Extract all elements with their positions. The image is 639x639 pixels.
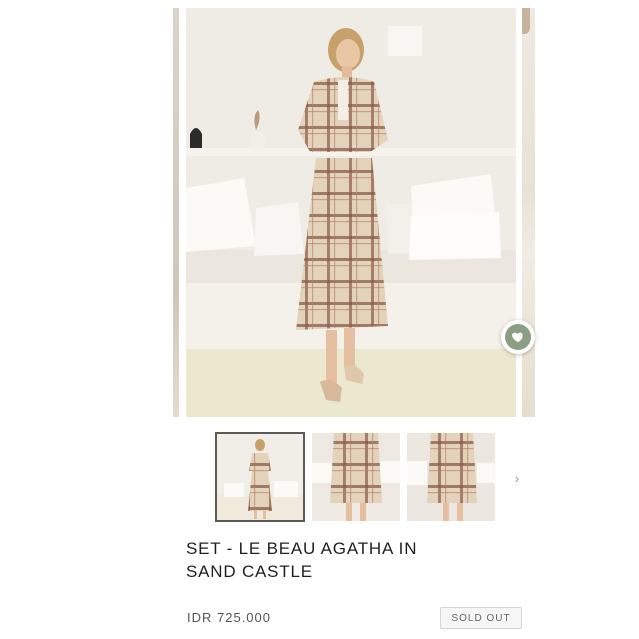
thumbnail-strip: › [214,432,534,523]
model-in-plaid-set-photo [186,8,516,417]
thumbnail-2[interactable] [312,433,400,521]
product-price: IDR 725.000 [187,610,271,625]
next-slide-peek[interactable] [522,8,535,417]
product-title-line-1: SET - LE BEAU AGATHA IN [186,539,418,558]
product-title: SET - LE BEAU AGATHA IN SAND CASTLE [186,537,486,583]
main-product-image[interactable] [186,8,516,417]
thumbnail-2-image [312,433,400,521]
wishlist-button[interactable] [501,320,535,354]
thumbnail-3-image [407,433,495,521]
thumbnail-1[interactable] [215,432,305,522]
chevron-right-icon[interactable]: › [510,469,524,487]
previous-slide-peek[interactable] [173,8,179,417]
wishlist-button-circle [505,324,531,350]
heart-icon [512,332,523,343]
product-title-line-2: SAND CASTLE [186,562,313,581]
thumbnail-3[interactable] [407,433,495,521]
product-image-carousel[interactable] [0,0,639,420]
thumbnail-1-image [216,433,304,521]
sold-out-badge: SOLD OUT [440,607,522,629]
